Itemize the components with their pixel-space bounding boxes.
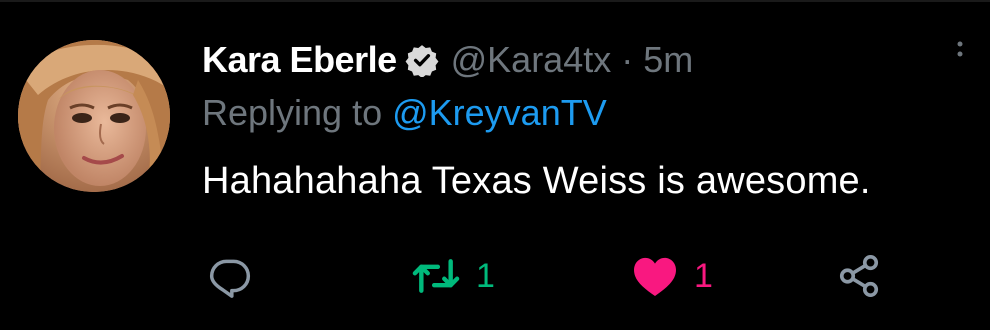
tweet-body: Kara Eberle @Kara4tx · 5m Replying to @K…: [202, 34, 963, 203]
author-handle[interactable]: @Kara4tx: [451, 39, 612, 81]
retweet-button[interactable]: 1: [412, 248, 495, 304]
like-button[interactable]: 1: [632, 248, 713, 304]
tweet-timestamp[interactable]: 5m: [643, 39, 693, 81]
avatar[interactable]: [18, 40, 170, 192]
reply-icon: [209, 259, 251, 298]
author-display-name[interactable]: Kara Eberle: [202, 39, 397, 81]
more-options-icon[interactable]: [948, 38, 972, 78]
reply-to-mention-link[interactable]: @KreyvanTV: [392, 92, 607, 133]
share-button[interactable]: [836, 248, 882, 304]
share-icon: [839, 255, 879, 297]
tweet-text: Hahahahaha Texas Weiss is awesome.: [202, 160, 871, 202]
tweet-action-bar: 1 1: [202, 248, 902, 304]
like-count: 1: [694, 256, 713, 295]
separator-dot: ·: [621, 39, 634, 80]
heart-icon: [634, 257, 676, 297]
replying-to: Replying to @KreyvanTV: [202, 92, 962, 138]
verified-badge-icon: [405, 43, 439, 78]
retweet-icon: [412, 259, 460, 293]
reply-button[interactable]: [208, 248, 268, 304]
tweet-header: Kara Eberle @Kara4tx · 5m: [202, 34, 962, 86]
replying-to-label: Replying to: [202, 92, 393, 133]
top-divider: [0, 0, 990, 2]
retweet-count: 1: [476, 256, 495, 295]
avatar-photo-icon: [18, 40, 170, 192]
